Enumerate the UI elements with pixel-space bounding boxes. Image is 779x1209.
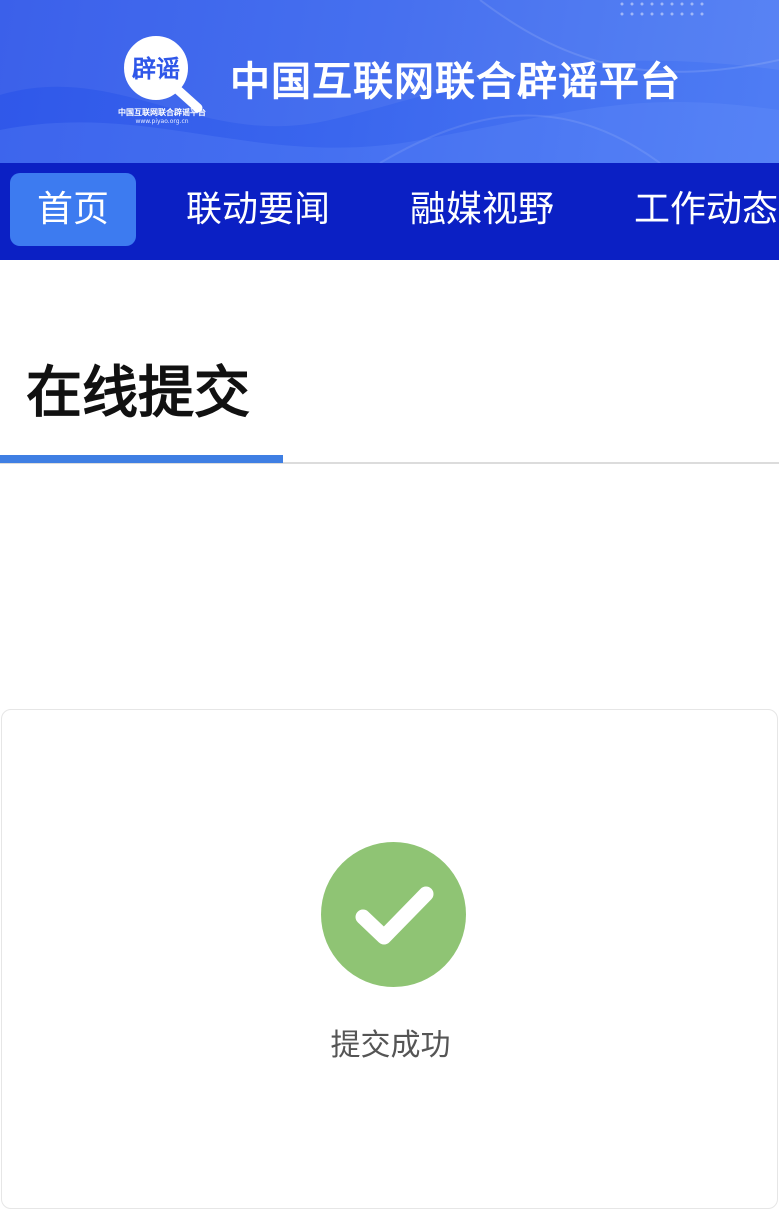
nav-item-work-updates[interactable]: 工作动态 (618, 173, 779, 246)
nav-item-linked-news[interactable]: 联动要闻 (170, 173, 346, 246)
logo-text: 辟谣 (132, 55, 180, 83)
dot-pattern-decoration (620, 2, 704, 16)
site-title[interactable]: 中国互联网联合辟谣平台 (230, 56, 681, 108)
submit-success-message: 提交成功 (330, 1028, 451, 1063)
section-title-underline (0, 455, 283, 463)
section-title: 在线提交 (26, 361, 250, 426)
check-circle-icon (321, 842, 466, 987)
logo-subtitle: 中国互联网联合辟谣平台 (118, 108, 206, 117)
nav-item-media-view[interactable]: 融媒视野 (394, 173, 570, 246)
main-nav: 首页 联动要闻 融媒视野 工作动态 (0, 163, 779, 260)
nav-item-home[interactable]: 首页 (10, 173, 136, 246)
logo-url: www.piyao.org.cn (135, 118, 189, 125)
result-card: 提交成功 (1, 709, 778, 1209)
header-banner: 辟谣 中国互联网联合辟谣平台 www.piyao.org.cn 中国互联网联合辟… (0, 0, 779, 163)
